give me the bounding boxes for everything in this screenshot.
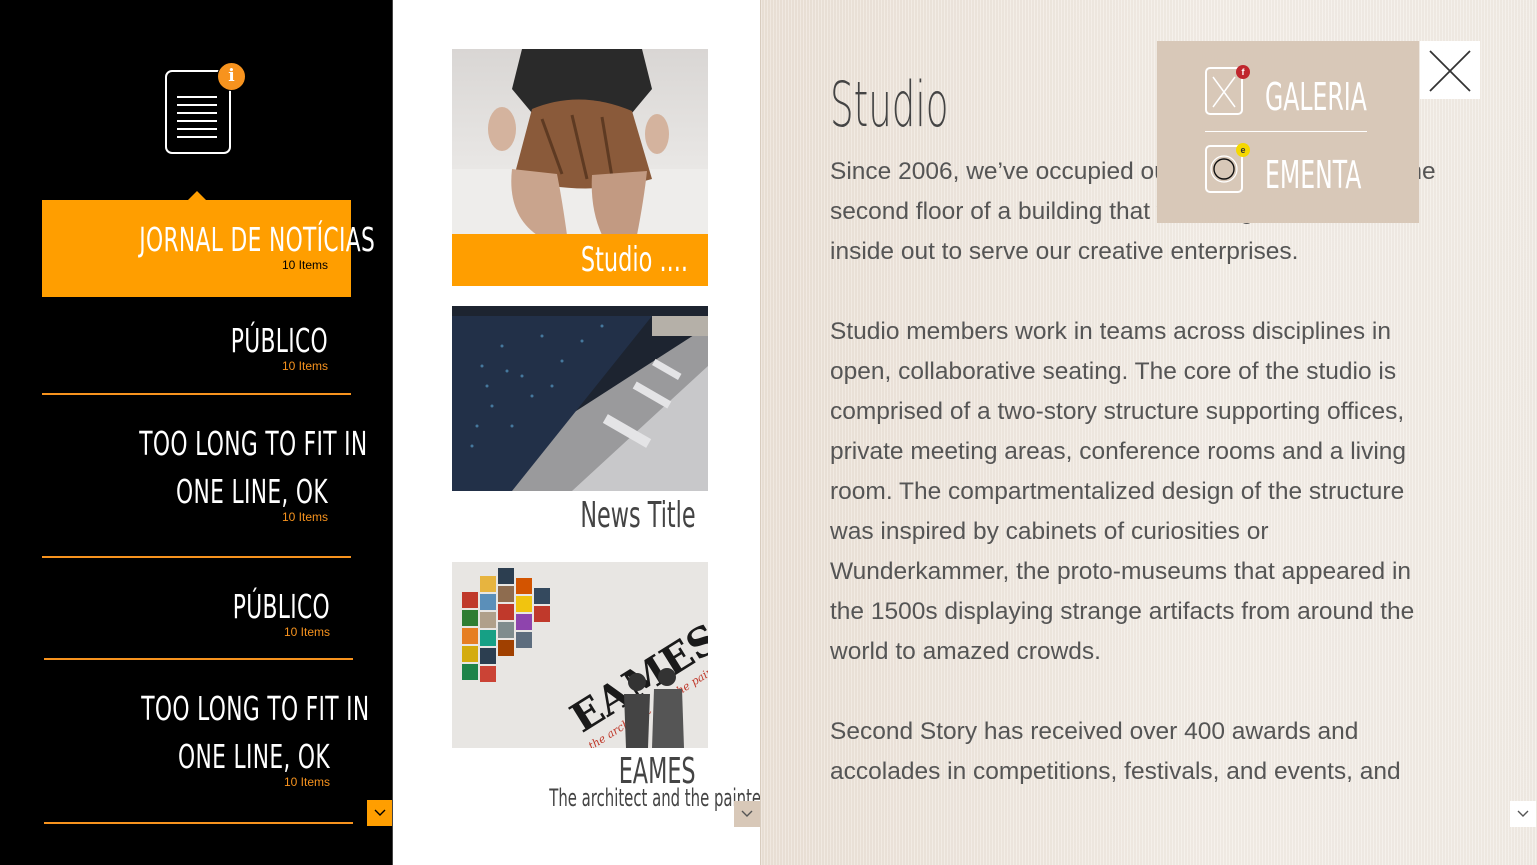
article-title: Studio xyxy=(830,68,949,141)
news-list: Studio .... News Title the painter EAMES… xyxy=(393,0,768,865)
menu-item-label: GALERIA xyxy=(1265,75,1367,119)
active-pointer xyxy=(187,191,207,201)
galeria-badge: f xyxy=(1236,65,1250,79)
sidebar-item-too-long[interactable]: TOO LONG TO FIT IN ONE LINE, OK 10 Items xyxy=(42,420,368,540)
sidebar-item-label: JORNAL DE NOTÍCIAS xyxy=(139,220,376,259)
sidebar-item-too-long-2[interactable]: TOO LONG TO FIT IN ONE LINE, OK 10 Items xyxy=(44,685,370,805)
sidebar-item-label: PÚBLICO xyxy=(232,587,330,626)
menu-item-ementa[interactable]: e EMENTA xyxy=(1205,143,1367,205)
sidebar-item-label-line2: ONE LINE, OK xyxy=(176,472,328,511)
divider xyxy=(42,393,351,395)
sidebar-item-publico[interactable]: PÚBLICO 10 Items xyxy=(42,317,351,387)
sidebar-item-publico-2[interactable]: PÚBLICO 10 Items xyxy=(44,583,353,653)
info-badge-icon[interactable]: i xyxy=(217,62,246,91)
ementa-badge: e xyxy=(1236,143,1250,157)
sidebar-item-label-line1: TOO LONG TO FIT IN xyxy=(141,689,370,728)
sidebar-scroll-down-button[interactable] xyxy=(367,800,393,826)
close-icon xyxy=(1429,50,1471,92)
divider xyxy=(44,658,353,660)
chevron-down-icon xyxy=(741,810,753,817)
news-subtitle: The architect and the painter xyxy=(549,784,768,812)
sidebar-item-label-line1: TOO LONG TO FIT IN xyxy=(139,424,368,463)
news-card-news-title[interactable]: News Title xyxy=(452,306,708,536)
news-thumbnail xyxy=(452,306,708,491)
divider xyxy=(42,556,351,558)
article-panel: Studio Since 2006, we’ve occupied our of… xyxy=(760,0,1537,865)
sidebar: i JORNAL DE NOTÍCIAS 10 Items PÚBLICO 10… xyxy=(0,0,393,865)
news-thumbnail: EAMES the architect and the painter xyxy=(452,562,708,748)
article-paragraph: Second Story has received over 400 award… xyxy=(830,718,1401,785)
menu-item-galeria[interactable]: f GALERIA xyxy=(1205,65,1367,127)
news-title: News Title xyxy=(580,495,696,536)
news-thumbnail xyxy=(452,49,708,235)
news-caption: Studio .... xyxy=(580,240,688,280)
sidebar-item-jornal-de-noticias[interactable]: JORNAL DE NOTÍCIAS 10 Items xyxy=(42,191,376,297)
article-body: Since 2006, we’ve occupied our office an… xyxy=(830,152,1450,832)
news-card-eames[interactable]: EAMES the architect and the painter EAME… xyxy=(452,562,768,812)
divider xyxy=(44,822,353,824)
article-scroll-down-button[interactable] xyxy=(1510,801,1536,827)
chevron-down-icon xyxy=(374,809,386,816)
close-button[interactable] xyxy=(1420,41,1480,99)
article-paragraph: Studio members work in teams across disc… xyxy=(830,318,1415,665)
share-popup-menu: f GALERIA e EMENTA xyxy=(1157,41,1419,223)
menu-item-label: EMENTA xyxy=(1265,153,1362,197)
sidebar-item-label-line2: ONE LINE, OK xyxy=(178,737,330,776)
chevron-down-icon xyxy=(1517,810,1529,817)
divider xyxy=(1205,131,1367,132)
sidebar-item-label: PÚBLICO xyxy=(230,321,328,360)
news-scroll-down-button[interactable] xyxy=(734,801,760,827)
news-caption-bar: Studio .... xyxy=(452,234,708,286)
news-card-studio[interactable]: Studio .... xyxy=(452,49,708,286)
